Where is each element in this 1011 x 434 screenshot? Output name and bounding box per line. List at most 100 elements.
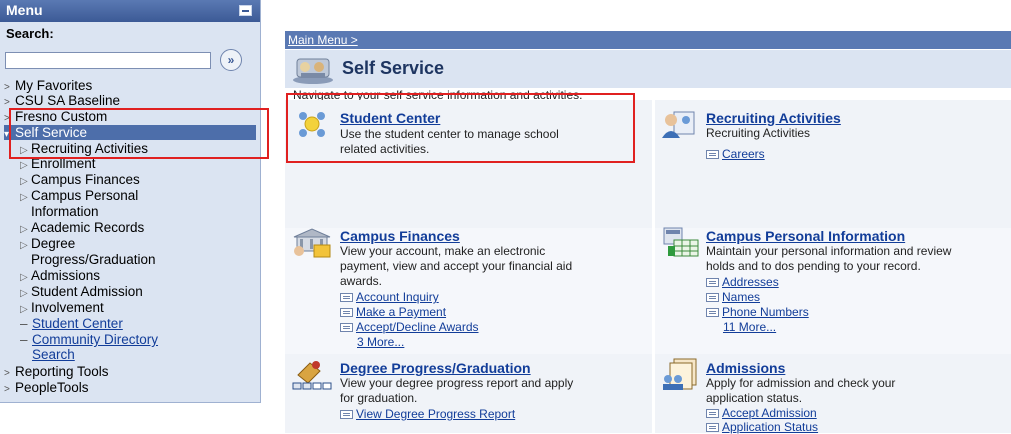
accept-decline-awards-link[interactable]: Accept/Decline Awards <box>340 320 479 334</box>
view-degree-progress-report-link[interactable]: View Degree Progress Report <box>340 407 515 421</box>
names-label[interactable]: Names <box>722 290 760 304</box>
finances-desc-2: payment, view and accept your financial … <box>340 259 573 273</box>
names-link[interactable]: Names <box>706 290 760 304</box>
triangle-right-icon: ▷ <box>20 224 28 235</box>
admissions-link[interactable]: Admissions <box>706 360 785 376</box>
menu-header: Menu <box>0 0 260 22</box>
finances-more-link[interactable]: 3 More... <box>357 335 404 349</box>
triangle-right-icon: ▷ <box>20 160 28 171</box>
account-inquiry-label[interactable]: Account Inquiry <box>356 290 439 304</box>
menu-subitem-student-admission[interactable]: ▷ Student Admission <box>20 284 143 299</box>
recruiting-desc: Recruiting Activities <box>706 126 811 140</box>
search-go-button[interactable]: » <box>220 49 242 71</box>
highlight-box-self-service <box>9 108 269 159</box>
breadcrumb-main-menu[interactable]: Main Menu > <box>288 33 358 47</box>
list-icon <box>706 308 719 317</box>
menu-subitem-label: Degree <box>31 236 76 251</box>
list-icon <box>340 308 353 317</box>
menu-subitem-campus-personal[interactable]: ▷ Campus Personal <box>20 188 138 203</box>
menu-item-peopletools[interactable]: > PeopleTools <box>4 380 89 395</box>
menu-subitem-label: Involvement <box>31 300 104 315</box>
triangle-right-icon: ▷ <box>20 288 28 299</box>
dash-icon: – <box>20 332 28 347</box>
menu-link-label[interactable]: Community Directory <box>32 332 158 347</box>
menu-link-student-center[interactable]: – Student Center <box>20 316 123 331</box>
menu-item-label: PeopleTools <box>15 380 89 395</box>
recruiting-activities-link[interactable]: Recruiting Activities <box>706 110 841 126</box>
list-icon <box>706 293 719 302</box>
menu-subitem-progress-graduation[interactable]: Progress/Graduation <box>31 252 156 267</box>
list-icon <box>706 409 719 418</box>
admissions-icon <box>663 358 697 390</box>
triangle-right-icon: ▷ <box>20 240 28 251</box>
highlight-box-student-center <box>286 93 635 163</box>
admissions-desc-1: Apply for admission and check your <box>706 376 896 390</box>
application-status-link[interactable]: Application Status <box>706 420 818 434</box>
search-label: Search: <box>6 26 54 41</box>
menu-item-label: My Favorites <box>15 78 93 93</box>
view-degree-progress-report-label[interactable]: View Degree Progress Report <box>356 407 515 421</box>
personal-more-link[interactable]: 11 More... <box>723 320 776 334</box>
collapse-icon[interactable] <box>239 5 252 16</box>
account-inquiry-link[interactable]: Account Inquiry <box>340 290 439 304</box>
menu-item-reporting-tools[interactable]: > Reporting Tools <box>4 364 109 379</box>
menu-link-label[interactable]: Student Center <box>32 316 123 331</box>
campus-finances-link[interactable]: Campus Finances <box>340 228 460 244</box>
search-input[interactable] <box>5 52 211 69</box>
menu-subitem-degree[interactable]: ▷ Degree <box>20 236 75 251</box>
menu-subitem-campus-finances[interactable]: ▷ Campus Finances <box>20 172 140 187</box>
application-status-label[interactable]: Application Status <box>722 420 818 434</box>
title-bar: Self Service <box>285 50 1011 88</box>
chevron-right-icon: > <box>4 384 10 395</box>
menu-subitem-label: Admissions <box>31 268 101 283</box>
addresses-label[interactable]: Addresses <box>722 275 779 289</box>
menu-subitem-label: Campus Personal <box>31 188 139 203</box>
page-title: Self Service <box>342 58 445 78</box>
make-payment-link[interactable]: Make a Payment <box>340 305 446 319</box>
menu-item-csu-sa-baseline[interactable]: > CSU SA Baseline <box>4 93 120 108</box>
triangle-right-icon: ▷ <box>20 304 28 315</box>
menu-link-search[interactable]: Search <box>32 347 75 362</box>
menu-subitem-information[interactable]: Information <box>31 204 99 219</box>
menu-item-label: CSU SA Baseline <box>15 93 121 108</box>
menu-link-community-directory[interactable]: – Community Directory <box>20 332 158 347</box>
degree-desc-1: View your degree progress report and app… <box>340 376 574 390</box>
addresses-link[interactable]: Addresses <box>706 275 779 289</box>
accept-admission-label[interactable]: Accept Admission <box>722 406 817 420</box>
campus-personal-icon <box>663 227 699 257</box>
chevron-right-icon: > <box>4 97 10 108</box>
menu-subitem-involvement[interactable]: ▷ Involvement <box>20 300 104 315</box>
menu-subitem-label: Campus Finances <box>31 172 140 187</box>
recruiting-icon <box>662 111 695 138</box>
menu-title: Menu <box>6 2 43 18</box>
phone-numbers-label[interactable]: Phone Numbers <box>722 305 809 319</box>
accept-admission-link[interactable]: Accept Admission <box>706 406 817 420</box>
accept-decline-awards-label[interactable]: Accept/Decline Awards <box>356 320 479 334</box>
triangle-right-icon: ▷ <box>20 176 28 187</box>
list-icon <box>340 410 353 419</box>
list-icon <box>706 423 719 432</box>
degree-progress-link[interactable]: Degree Progress/Graduation <box>340 360 531 376</box>
careers-link[interactable]: Careers <box>706 147 765 161</box>
make-payment-label[interactable]: Make a Payment <box>356 305 446 319</box>
list-icon <box>706 150 719 159</box>
phone-numbers-link[interactable]: Phone Numbers <box>706 305 809 319</box>
menu-subitem-label: Progress/Graduation <box>31 252 156 267</box>
admissions-desc-2: application status. <box>706 391 803 405</box>
list-icon <box>706 278 719 287</box>
menu-item-label: Reporting Tools <box>15 364 109 379</box>
menu-subitem-label: Student Admission <box>31 284 143 299</box>
menu-subitem-label: Academic Records <box>31 220 145 235</box>
menu-link-label[interactable]: Search <box>32 347 75 362</box>
menu-item-my-favorites[interactable]: > My Favorites <box>4 78 92 93</box>
chevron-right-icon: > <box>4 368 10 379</box>
menu-subitem-academic-records[interactable]: ▷ Academic Records <box>20 220 144 235</box>
finances-desc-1: View your account, make an electronic <box>340 244 546 258</box>
careers-link-label[interactable]: Careers <box>722 147 765 161</box>
chevron-right-icon: > <box>4 82 10 93</box>
campus-personal-link[interactable]: Campus Personal Information <box>706 228 905 244</box>
menu-subitem-admissions[interactable]: ▷ Admissions <box>20 268 100 283</box>
list-icon <box>340 323 353 332</box>
finances-desc-3: awards. <box>340 274 383 288</box>
menu-subitem-label: Information <box>31 204 99 219</box>
